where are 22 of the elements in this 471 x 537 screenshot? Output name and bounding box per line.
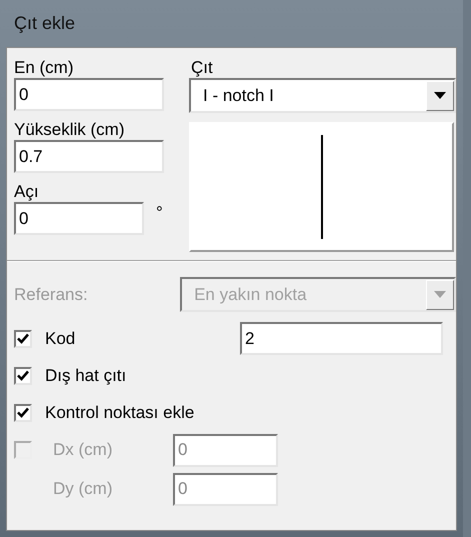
caret-icon (434, 92, 446, 99)
degree-unit: ° (156, 202, 163, 224)
field-label: Açı (14, 182, 40, 202)
field-label: Dy (cm) (53, 478, 114, 500)
field-label: Dx (cm) (53, 439, 114, 462)
caret-icon (434, 291, 446, 298)
checkbox[interactable] (14, 330, 32, 348)
field-label: En (cm) (14, 58, 74, 78)
input-field[interactable]: 2 (240, 322, 443, 355)
checkbox-label: Kod (45, 328, 76, 350)
checkbox[interactable] (14, 404, 32, 422)
input-field[interactable]: 0.7 (14, 140, 164, 173)
field-label: Yükseklik (cm) (14, 120, 126, 140)
input-field[interactable]: 0 (14, 202, 144, 235)
dropdown[interactable]: I - notch I (189, 78, 456, 113)
input-field[interactable]: 0 (14, 78, 164, 111)
field-label: Çıt (191, 58, 214, 78)
checkbox-label: Kontrol noktası ekle (45, 402, 194, 424)
checkbox[interactable] (14, 366, 32, 384)
checkbox-label: Dış hat çıtı (45, 364, 126, 387)
field-label: Referans: (14, 284, 89, 306)
window-title: Çıt ekle (14, 12, 76, 35)
